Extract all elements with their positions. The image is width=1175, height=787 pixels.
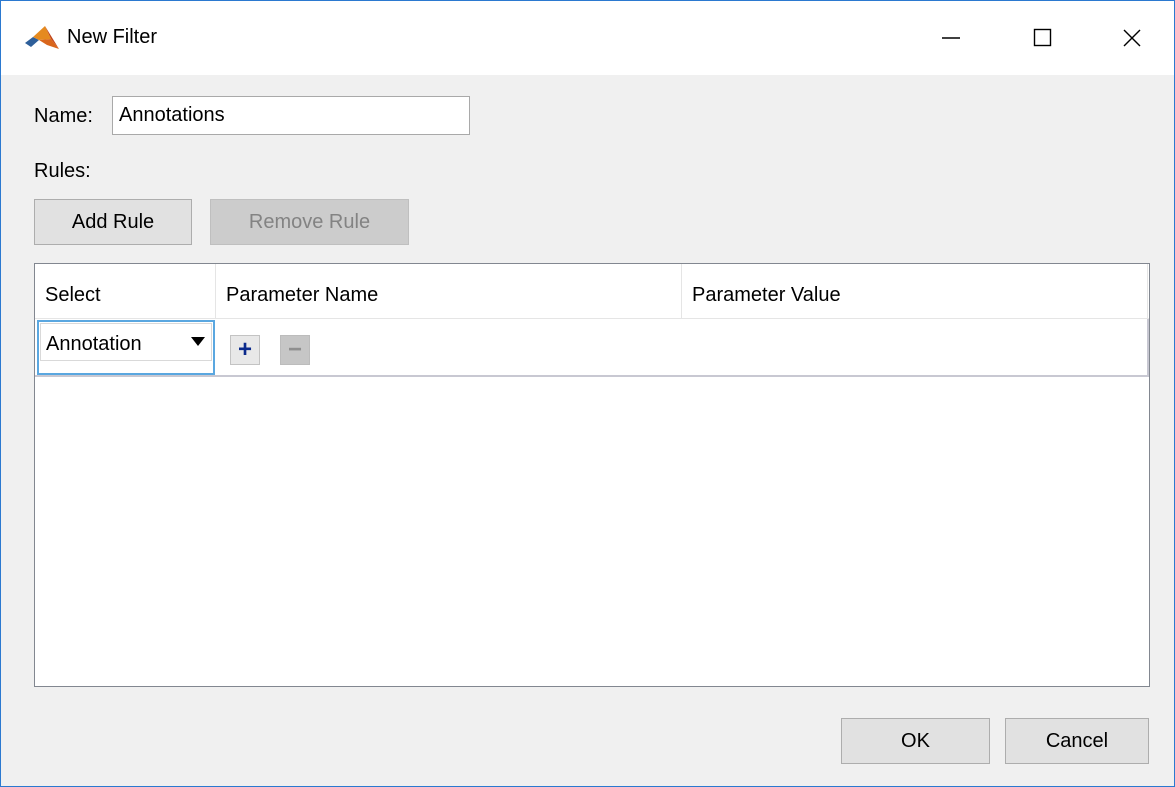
name-input[interactable]: [112, 96, 470, 135]
add-parameter-button[interactable]: +: [230, 335, 260, 365]
plus-icon: +: [237, 336, 252, 363]
minus-icon: −: [287, 336, 302, 363]
maximize-button[interactable]: [997, 1, 1089, 75]
column-header-parameter-name[interactable]: Parameter Name: [216, 264, 682, 319]
dropdown-arrow-icon[interactable]: [191, 337, 205, 346]
close-button[interactable]: [1086, 1, 1175, 75]
ok-button[interactable]: OK: [841, 718, 990, 764]
new-filter-dialog: New Filter Name: Rules: Add Rule Remove …: [0, 0, 1175, 787]
title-bar[interactable]: New Filter: [1, 1, 1174, 75]
matlab-logo-icon: [25, 26, 59, 49]
column-header-parameter-value[interactable]: Parameter Value: [682, 264, 1148, 319]
close-icon: [1123, 29, 1141, 47]
maximize-icon: [1033, 28, 1052, 47]
column-header-select[interactable]: Select: [35, 264, 216, 319]
select-value: Annotation: [46, 333, 142, 355]
table-row: Annotation + −: [35, 319, 1149, 377]
add-rule-button[interactable]: Add Rule: [34, 199, 192, 245]
remove-parameter-button[interactable]: −: [280, 335, 310, 365]
remove-rule-button[interactable]: Remove Rule: [210, 199, 409, 245]
select-field: Annotation: [40, 323, 212, 361]
window-title: New Filter: [67, 26, 158, 48]
minimize-icon: [942, 37, 960, 39]
minimize-button[interactable]: [905, 1, 997, 75]
rules-table: Select Parameter Name Parameter Value An…: [34, 263, 1150, 687]
rules-label: Rules:: [34, 160, 91, 182]
name-label: Name:: [34, 105, 93, 127]
select-dropdown[interactable]: Annotation: [37, 320, 215, 375]
table-header: Select Parameter Name Parameter Value: [35, 264, 1149, 319]
cancel-button[interactable]: Cancel: [1005, 718, 1149, 764]
